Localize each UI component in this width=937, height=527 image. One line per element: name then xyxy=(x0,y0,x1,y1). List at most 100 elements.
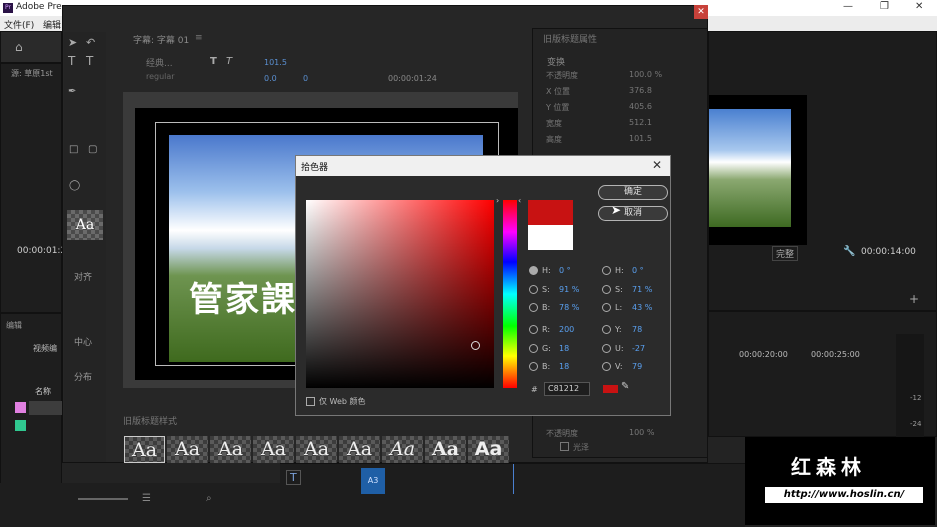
italic-icon[interactable]: T xyxy=(226,56,232,67)
type-tool-icon[interactable]: T xyxy=(286,470,301,485)
hsb-s-value[interactable]: 91 % xyxy=(559,285,579,294)
hsb-b-value[interactable]: 78 % xyxy=(559,303,579,312)
zoom-select[interactable]: 完整 xyxy=(772,246,799,261)
style-swatch[interactable]: Aa xyxy=(210,436,251,463)
hsb-sat-radio[interactable] xyxy=(529,285,538,294)
hsb-h-value[interactable]: 0 ° xyxy=(559,266,571,275)
hsl-light-radio[interactable] xyxy=(602,303,611,312)
add-button-icon[interactable]: + xyxy=(909,292,919,306)
style-swatch[interactable]: Aa xyxy=(468,436,509,463)
prop-value[interactable]: 100 % xyxy=(629,428,654,437)
titler-close-icon[interactable]: ✕ xyxy=(694,5,708,19)
yuv-u-radio[interactable] xyxy=(602,344,611,353)
name-column-header[interactable]: 名称 xyxy=(35,386,51,397)
selection-tool-icon[interactable]: ➤ xyxy=(68,36,77,49)
kerning-value[interactable]: 0.0 xyxy=(264,74,277,83)
wrench-icon[interactable]: 🔧 xyxy=(843,246,855,257)
hsl-l-value[interactable]: 43 % xyxy=(632,303,652,312)
hsb-h-label: H: xyxy=(542,266,551,275)
rectangle-tool-icon[interactable]: □ xyxy=(69,144,78,155)
project-tab[interactable]: 编辑 xyxy=(6,320,22,331)
rgb-blue-radio[interactable] xyxy=(529,362,538,371)
sheen-checkbox[interactable] xyxy=(560,442,569,451)
type-tool-icon[interactable]: T xyxy=(68,54,75,68)
panel-menu-icon[interactable]: ≡ xyxy=(195,33,203,43)
rgb-r-value[interactable]: 200 xyxy=(559,325,574,334)
close-app-icon[interactable]: ✕ xyxy=(915,1,923,12)
program-timecode: 00:00:14:00 xyxy=(861,247,916,257)
rgb-g-value[interactable]: 18 xyxy=(559,344,569,353)
title-text-object[interactable]: 管家課 xyxy=(189,272,297,321)
font-family-select[interactable]: 经典... xyxy=(146,56,173,69)
prop-value[interactable]: 101.5 xyxy=(629,134,652,143)
picker-titlebar: 拾色器 ✕ xyxy=(296,156,670,176)
color-cursor[interactable] xyxy=(471,341,480,350)
style-swatch[interactable]: Aa xyxy=(124,436,165,463)
hue-arrow-right-icon[interactable]: ‹ xyxy=(518,196,521,205)
hsl-s-value[interactable]: 71 % xyxy=(632,285,652,294)
rgb-red-radio[interactable] xyxy=(529,325,538,334)
prop-value[interactable]: 100.0 % xyxy=(629,70,662,79)
hsb-hue-radio[interactable] xyxy=(529,266,538,275)
style-swatch[interactable]: Aa xyxy=(167,436,208,463)
font-style-select[interactable]: regular xyxy=(146,72,175,81)
web-only-checkbox[interactable] xyxy=(306,397,315,406)
center-section-label: 中心 xyxy=(74,338,93,348)
pen-tool-icon[interactable]: ✒ xyxy=(68,86,76,97)
style-swatch[interactable]: Aa xyxy=(253,436,294,463)
list-item[interactable] xyxy=(29,401,63,415)
prop-label: X 位置 xyxy=(546,87,571,96)
titler-toolbar: 经典... regular T T 101.5 0.0 0 00:00:01:2… xyxy=(108,51,528,89)
playhead[interactable] xyxy=(513,464,514,494)
yuv-v-radio[interactable] xyxy=(602,362,611,371)
yuv-y-radio[interactable] xyxy=(602,325,611,334)
list-view-icon[interactable]: ☰ xyxy=(142,493,151,504)
hsl-sat-radio[interactable] xyxy=(602,285,611,294)
style-swatch[interactable]: Aa xyxy=(296,436,337,463)
hex-input[interactable]: C81212 xyxy=(544,382,590,396)
zoom-slider[interactable] xyxy=(78,498,128,500)
yuv-v-value[interactable]: 79 xyxy=(632,362,642,371)
ok-button[interactable]: 确定 xyxy=(598,185,668,200)
font-size-value[interactable]: 101.5 xyxy=(264,58,287,67)
leading-value[interactable]: 0 xyxy=(303,74,308,83)
titler-tools: ➤ ↶ T T ✒ □ ▢ ◯ Aa 对齐 中心 分布 xyxy=(64,32,106,462)
saturation-brightness-field[interactable] xyxy=(306,200,494,388)
prop-value[interactable]: 512.1 xyxy=(629,118,652,127)
mouse-cursor-icon: ➤ xyxy=(611,203,622,217)
track-target-a3[interactable]: A3 xyxy=(361,468,385,494)
hsl-h-value[interactable]: 0 ° xyxy=(632,266,644,275)
home-icon[interactable]: ⌂ xyxy=(15,40,23,54)
yuv-y-value[interactable]: 78 xyxy=(632,325,642,334)
restore-icon[interactable]: ❐ xyxy=(880,1,889,12)
project-footer: ☰ ⌕ xyxy=(0,483,280,527)
search-icon[interactable]: ⌕ xyxy=(206,493,212,504)
style-swatch[interactable]: Aa xyxy=(339,436,380,463)
rgb-green-radio[interactable] xyxy=(529,344,538,353)
style-swatch[interactable]: Aa xyxy=(382,436,423,463)
rounded-rectangle-tool-icon[interactable]: ▢ xyxy=(88,144,97,155)
source-tab[interactable]: 源: 草原1st xyxy=(11,68,53,79)
rgb-b-value[interactable]: 18 xyxy=(559,362,569,371)
eyedropper-icon[interactable]: ✎ xyxy=(621,381,629,392)
yuv-u-value[interactable]: -27 xyxy=(632,344,645,353)
close-icon[interactable]: ✕ xyxy=(652,158,662,172)
style-swatch[interactable]: Aa xyxy=(425,436,466,463)
rotate-tool-icon[interactable]: ↶ xyxy=(86,36,95,49)
hue-slider[interactable] xyxy=(503,200,517,388)
hue-arrow-left-icon[interactable]: › xyxy=(496,196,499,205)
original-color-swatch[interactable] xyxy=(528,225,573,250)
prop-value[interactable]: 376.8 xyxy=(629,86,652,95)
timeline-tracks: T A3 xyxy=(280,463,745,527)
bold-icon[interactable]: T xyxy=(210,56,217,67)
area-type-tool-icon[interactable]: T xyxy=(86,54,93,68)
hsb-bri-radio[interactable] xyxy=(529,303,538,312)
ellipse-tool-icon[interactable]: ◯ xyxy=(69,180,80,191)
menu-edit[interactable]: 编辑 xyxy=(43,18,61,31)
cancel-button[interactable]: 取消 xyxy=(598,206,668,221)
menu-file[interactable]: 文件(F) xyxy=(4,18,34,31)
minimize-icon[interactable]: — xyxy=(843,1,853,12)
hsl-hue-radio[interactable] xyxy=(602,266,611,275)
prop-value[interactable]: 405.6 xyxy=(629,102,652,111)
transform-group-label[interactable]: 变换 xyxy=(547,55,565,68)
